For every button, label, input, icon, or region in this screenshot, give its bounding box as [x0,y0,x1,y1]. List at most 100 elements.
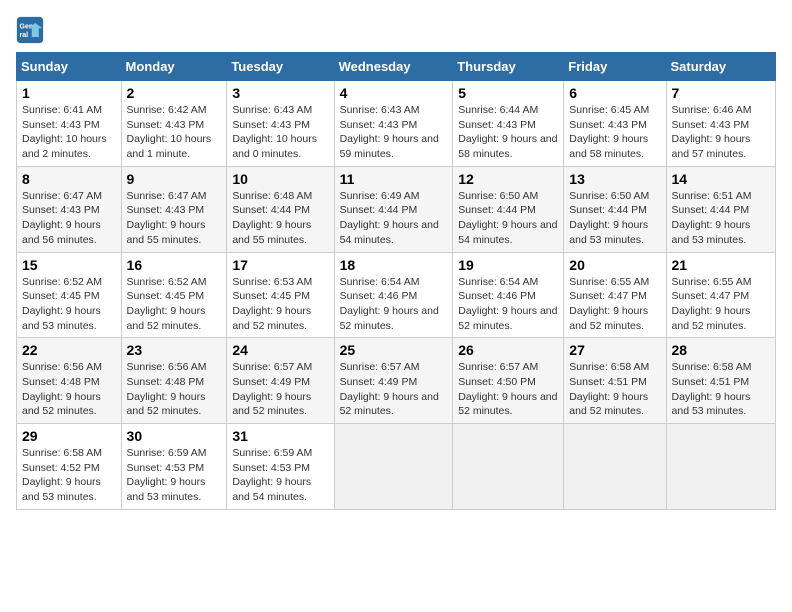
calendar-cell: 6 Sunrise: 6:45 AM Sunset: 4:43 PM Dayli… [564,81,666,167]
day-info: Sunrise: 6:55 AM Sunset: 4:47 PM Dayligh… [672,275,770,334]
calendar-cell: 23 Sunrise: 6:56 AM Sunset: 4:48 PM Dayl… [121,338,227,424]
col-header-monday: Monday [121,53,227,81]
day-info: Sunrise: 6:55 AM Sunset: 4:47 PM Dayligh… [569,275,660,334]
day-info: Sunrise: 6:59 AM Sunset: 4:53 PM Dayligh… [127,446,222,505]
day-info: Sunrise: 6:43 AM Sunset: 4:43 PM Dayligh… [232,103,328,162]
day-number: 24 [232,342,328,358]
calendar-cell: 16 Sunrise: 6:52 AM Sunset: 4:45 PM Dayl… [121,252,227,338]
day-number: 23 [127,342,222,358]
day-number: 25 [340,342,448,358]
calendar-cell: 7 Sunrise: 6:46 AM Sunset: 4:43 PM Dayli… [666,81,775,167]
day-number: 29 [22,428,116,444]
day-info: Sunrise: 6:58 AM Sunset: 4:51 PM Dayligh… [672,360,770,419]
calendar-cell: 1 Sunrise: 6:41 AM Sunset: 4:43 PM Dayli… [17,81,122,167]
day-number: 8 [22,171,116,187]
day-number: 28 [672,342,770,358]
day-number: 21 [672,257,770,273]
day-number: 18 [340,257,448,273]
calendar-cell: 20 Sunrise: 6:55 AM Sunset: 4:47 PM Dayl… [564,252,666,338]
calendar-cell [334,424,453,510]
calendar-week-2: 8 Sunrise: 6:47 AM Sunset: 4:43 PM Dayli… [17,166,776,252]
calendar-week-4: 22 Sunrise: 6:56 AM Sunset: 4:48 PM Dayl… [17,338,776,424]
day-number: 1 [22,85,116,101]
calendar-cell: 27 Sunrise: 6:58 AM Sunset: 4:51 PM Dayl… [564,338,666,424]
calendar-cell: 3 Sunrise: 6:43 AM Sunset: 4:43 PM Dayli… [227,81,334,167]
day-info: Sunrise: 6:50 AM Sunset: 4:44 PM Dayligh… [458,189,558,248]
col-header-sunday: Sunday [17,53,122,81]
day-info: Sunrise: 6:42 AM Sunset: 4:43 PM Dayligh… [127,103,222,162]
calendar-cell: 29 Sunrise: 6:58 AM Sunset: 4:52 PM Dayl… [17,424,122,510]
logo: Gene ral [16,16,48,44]
day-number: 11 [340,171,448,187]
day-number: 27 [569,342,660,358]
day-number: 20 [569,257,660,273]
day-info: Sunrise: 6:47 AM Sunset: 4:43 PM Dayligh… [127,189,222,248]
calendar-cell: 24 Sunrise: 6:57 AM Sunset: 4:49 PM Dayl… [227,338,334,424]
day-number: 7 [672,85,770,101]
day-number: 16 [127,257,222,273]
calendar-table: SundayMondayTuesdayWednesdayThursdayFrid… [16,52,776,510]
calendar-week-3: 15 Sunrise: 6:52 AM Sunset: 4:45 PM Dayl… [17,252,776,338]
day-info: Sunrise: 6:45 AM Sunset: 4:43 PM Dayligh… [569,103,660,162]
col-header-friday: Friday [564,53,666,81]
col-header-wednesday: Wednesday [334,53,453,81]
calendar-cell: 22 Sunrise: 6:56 AM Sunset: 4:48 PM Dayl… [17,338,122,424]
day-info: Sunrise: 6:54 AM Sunset: 4:46 PM Dayligh… [458,275,558,334]
day-number: 26 [458,342,558,358]
day-number: 6 [569,85,660,101]
calendar-cell: 15 Sunrise: 6:52 AM Sunset: 4:45 PM Dayl… [17,252,122,338]
page-header: Gene ral [16,16,776,44]
calendar-cell [564,424,666,510]
day-number: 3 [232,85,328,101]
day-info: Sunrise: 6:58 AM Sunset: 4:51 PM Dayligh… [569,360,660,419]
day-number: 17 [232,257,328,273]
day-info: Sunrise: 6:51 AM Sunset: 4:44 PM Dayligh… [672,189,770,248]
calendar-cell: 13 Sunrise: 6:50 AM Sunset: 4:44 PM Dayl… [564,166,666,252]
calendar-cell: 4 Sunrise: 6:43 AM Sunset: 4:43 PM Dayli… [334,81,453,167]
day-number: 19 [458,257,558,273]
day-info: Sunrise: 6:53 AM Sunset: 4:45 PM Dayligh… [232,275,328,334]
day-info: Sunrise: 6:41 AM Sunset: 4:43 PM Dayligh… [22,103,116,162]
calendar-cell: 10 Sunrise: 6:48 AM Sunset: 4:44 PM Dayl… [227,166,334,252]
day-number: 2 [127,85,222,101]
calendar-cell: 17 Sunrise: 6:53 AM Sunset: 4:45 PM Dayl… [227,252,334,338]
calendar-cell: 2 Sunrise: 6:42 AM Sunset: 4:43 PM Dayli… [121,81,227,167]
day-info: Sunrise: 6:48 AM Sunset: 4:44 PM Dayligh… [232,189,328,248]
calendar-cell [453,424,564,510]
day-info: Sunrise: 6:57 AM Sunset: 4:50 PM Dayligh… [458,360,558,419]
day-info: Sunrise: 6:44 AM Sunset: 4:43 PM Dayligh… [458,103,558,162]
day-info: Sunrise: 6:56 AM Sunset: 4:48 PM Dayligh… [22,360,116,419]
day-info: Sunrise: 6:43 AM Sunset: 4:43 PM Dayligh… [340,103,448,162]
calendar-cell [666,424,775,510]
day-number: 4 [340,85,448,101]
calendar-cell: 26 Sunrise: 6:57 AM Sunset: 4:50 PM Dayl… [453,338,564,424]
calendar-cell: 19 Sunrise: 6:54 AM Sunset: 4:46 PM Dayl… [453,252,564,338]
day-info: Sunrise: 6:52 AM Sunset: 4:45 PM Dayligh… [22,275,116,334]
calendar-cell: 8 Sunrise: 6:47 AM Sunset: 4:43 PM Dayli… [17,166,122,252]
calendar-cell: 9 Sunrise: 6:47 AM Sunset: 4:43 PM Dayli… [121,166,227,252]
calendar-cell: 21 Sunrise: 6:55 AM Sunset: 4:47 PM Dayl… [666,252,775,338]
calendar-week-1: 1 Sunrise: 6:41 AM Sunset: 4:43 PM Dayli… [17,81,776,167]
calendar-cell: 12 Sunrise: 6:50 AM Sunset: 4:44 PM Dayl… [453,166,564,252]
day-number: 14 [672,171,770,187]
day-number: 12 [458,171,558,187]
calendar-cell: 11 Sunrise: 6:49 AM Sunset: 4:44 PM Dayl… [334,166,453,252]
day-info: Sunrise: 6:49 AM Sunset: 4:44 PM Dayligh… [340,189,448,248]
day-info: Sunrise: 6:58 AM Sunset: 4:52 PM Dayligh… [22,446,116,505]
day-info: Sunrise: 6:59 AM Sunset: 4:53 PM Dayligh… [232,446,328,505]
day-number: 13 [569,171,660,187]
calendar-week-5: 29 Sunrise: 6:58 AM Sunset: 4:52 PM Dayl… [17,424,776,510]
day-number: 30 [127,428,222,444]
calendar-cell: 14 Sunrise: 6:51 AM Sunset: 4:44 PM Dayl… [666,166,775,252]
day-info: Sunrise: 6:52 AM Sunset: 4:45 PM Dayligh… [127,275,222,334]
col-header-tuesday: Tuesday [227,53,334,81]
day-number: 10 [232,171,328,187]
svg-text:ral: ral [20,32,29,39]
day-number: 31 [232,428,328,444]
calendar-cell: 18 Sunrise: 6:54 AM Sunset: 4:46 PM Dayl… [334,252,453,338]
calendar-cell: 30 Sunrise: 6:59 AM Sunset: 4:53 PM Dayl… [121,424,227,510]
calendar-cell: 31 Sunrise: 6:59 AM Sunset: 4:53 PM Dayl… [227,424,334,510]
day-info: Sunrise: 6:47 AM Sunset: 4:43 PM Dayligh… [22,189,116,248]
calendar-cell: 25 Sunrise: 6:57 AM Sunset: 4:49 PM Dayl… [334,338,453,424]
col-header-saturday: Saturday [666,53,775,81]
